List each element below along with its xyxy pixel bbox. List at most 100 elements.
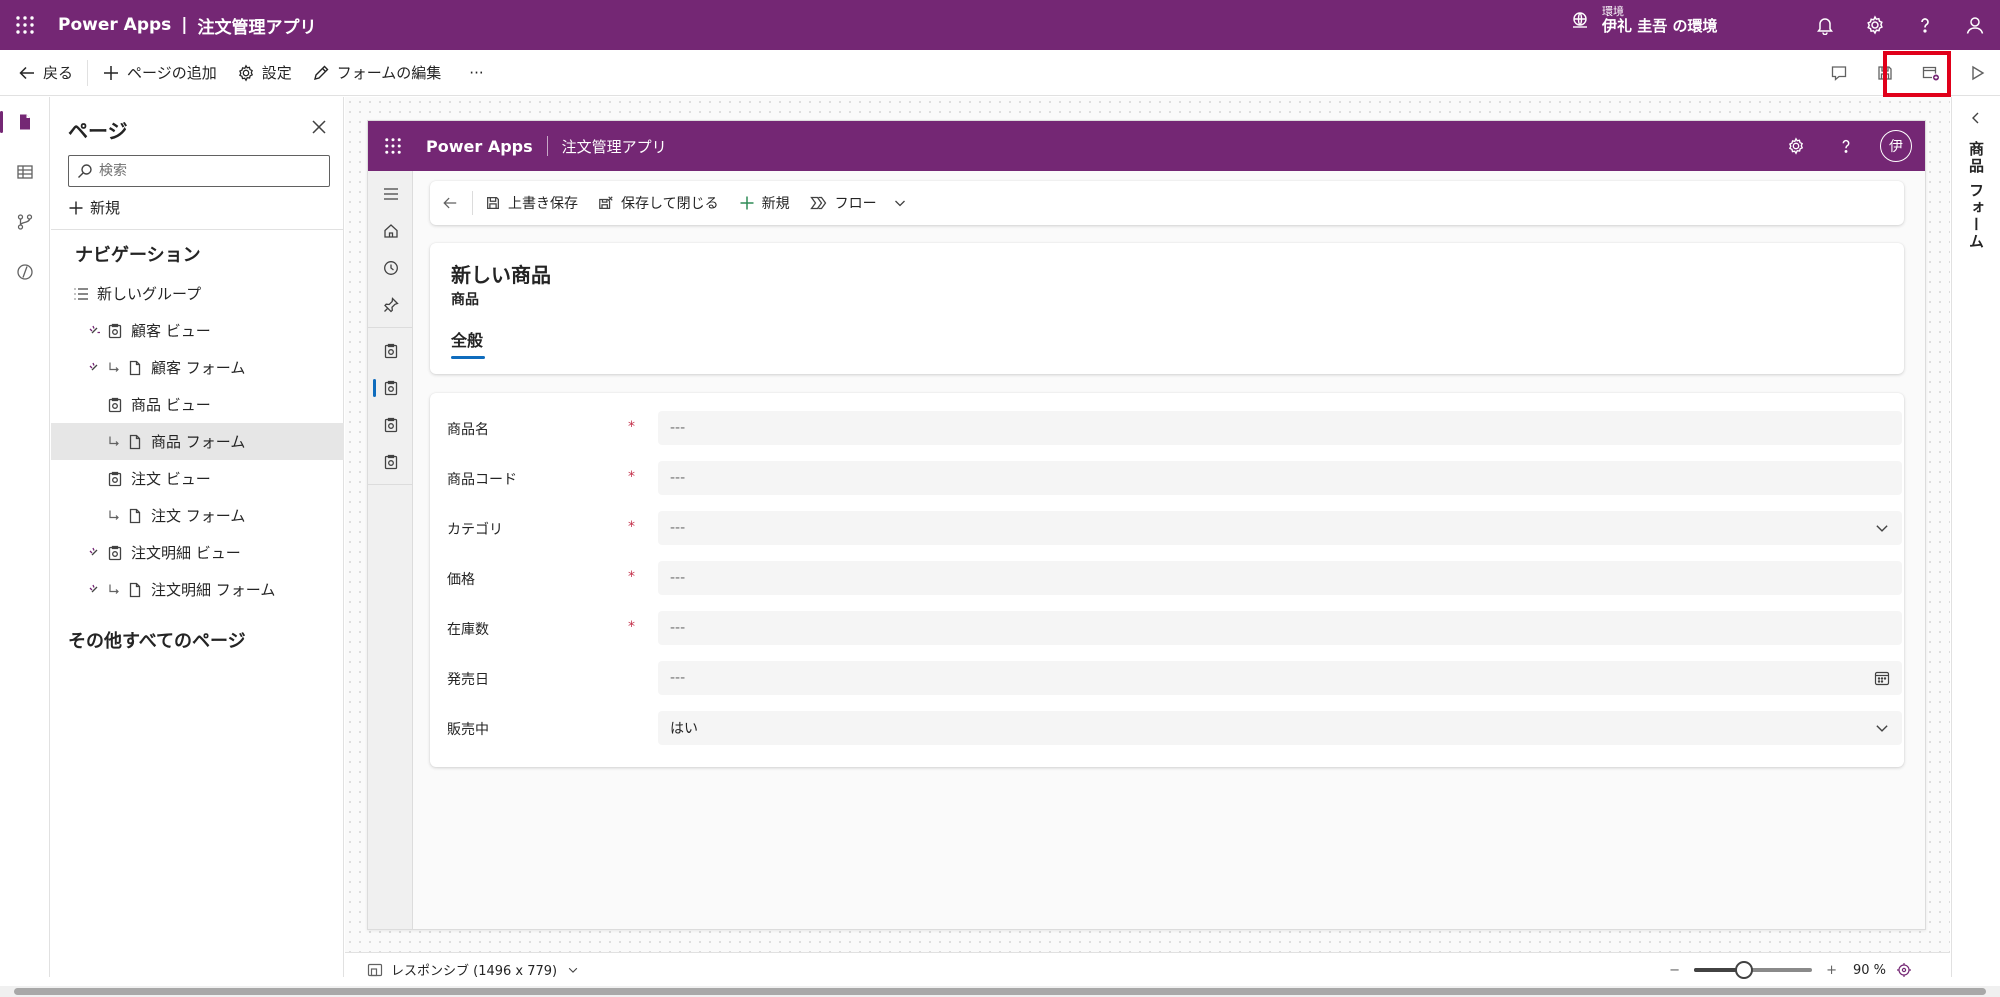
nav-item-product-view[interactable]: 商品 ビュー [51, 386, 344, 423]
sitemap-item-customer[interactable] [368, 332, 413, 369]
view-icon [383, 380, 399, 396]
field-category: カテゴリ * --- [447, 511, 1902, 547]
notifications-button[interactable] [1800, 0, 1850, 50]
rail-pages-button[interactable] [0, 97, 50, 147]
nav-item-order-detail-view[interactable]: 注文明細 ビュー [51, 534, 344, 571]
form-new-button[interactable]: 新規 [729, 181, 800, 225]
record-title: 新しい商品 [451, 263, 551, 287]
zoom-slider-thumb[interactable] [1734, 961, 1753, 979]
nav-item-customer-form[interactable]: 顧客 フォーム [51, 349, 344, 386]
form-section: 商品名 * --- 商品コード * --- カテゴリ * --- 価格 * --… [430, 393, 1904, 767]
category-value: --- [670, 520, 686, 536]
field-label: 価格 [447, 572, 475, 588]
sitemap-item-order-detail[interactable] [368, 443, 413, 480]
price-input[interactable]: --- [658, 561, 1902, 595]
panel-divider [51, 229, 344, 230]
stock-input[interactable]: --- [658, 611, 1902, 645]
product-code-input[interactable]: --- [658, 461, 1902, 495]
field-label: 発売日 [447, 672, 489, 688]
branch-icon [16, 213, 34, 231]
arrow-left-icon [442, 195, 458, 211]
field-label: カテゴリ [447, 522, 503, 538]
preview-help-button[interactable] [1821, 121, 1871, 171]
bell-icon [1815, 15, 1835, 35]
nav-item-customer-view[interactable]: 顧客 ビュー [51, 312, 344, 349]
form-save-close-button[interactable]: 保存して閉じる [588, 181, 729, 225]
on-sale-select[interactable]: はい [658, 711, 1902, 745]
preview-account-button[interactable]: 伊 [1871, 121, 1921, 171]
view-icon [107, 397, 123, 413]
zoom-slider[interactable] [1694, 961, 1813, 979]
app-launcher-icon[interactable] [0, 0, 50, 50]
tab-general[interactable]: 全般 [451, 327, 483, 351]
zoom-in-button[interactable]: + [1826, 963, 1837, 978]
account-button[interactable] [1950, 0, 2000, 50]
view-icon [107, 471, 123, 487]
view-icon [383, 454, 399, 470]
sitemap-item-order[interactable] [368, 406, 413, 443]
other-pages-section-title[interactable]: その他すべてのページ [68, 627, 246, 653]
question-icon [1915, 15, 1935, 35]
nav-item-order-detail-form[interactable]: 注文明細 フォーム [51, 571, 344, 608]
plus-icon [739, 195, 755, 211]
product-name-input[interactable]: --- [658, 411, 1902, 445]
edit-form-button[interactable]: フォームの編集 [302, 50, 452, 96]
sitemap-item-product[interactable] [368, 369, 413, 406]
list-icon [73, 286, 89, 302]
fit-to-screen-icon[interactable] [1896, 962, 1912, 978]
sitemap-pinned-button[interactable] [368, 286, 413, 323]
comments-button[interactable] [1816, 50, 1862, 96]
view-icon [107, 323, 123, 339]
release-date-input[interactable]: --- [658, 661, 1902, 695]
scrollbar-thumb[interactable] [14, 988, 1986, 995]
rail-power-fx-button[interactable] [0, 247, 50, 297]
question-icon [1837, 137, 1855, 155]
edit-form-label: フォームの編集 [336, 64, 442, 82]
unsaved-indicator-icon [87, 361, 103, 375]
category-select[interactable]: --- [658, 511, 1902, 545]
back-button[interactable]: 戻る [0, 50, 83, 96]
form-page-icon [127, 582, 143, 598]
nav-item-order-view[interactable]: 注文 ビュー [51, 460, 344, 497]
close-panel-button[interactable] [309, 117, 331, 139]
layout-selector[interactable]: レスポンシブ (1496 x 779) [367, 960, 587, 979]
rail-data-button[interactable] [0, 147, 50, 197]
help-button[interactable] [1900, 0, 1950, 50]
play-button[interactable] [1954, 50, 2000, 96]
add-page-button[interactable]: ページの追加 [92, 50, 227, 96]
form-flow-button[interactable]: フロー [800, 181, 917, 225]
sitemap-toggle-button[interactable] [368, 175, 413, 212]
preview-settings-button[interactable] [1771, 121, 1821, 171]
more-commands-button[interactable]: ··· [451, 50, 493, 96]
gear-icon [1865, 15, 1885, 35]
expand-panel-icon[interactable] [1969, 111, 1983, 125]
sitemap-recent-button[interactable] [368, 249, 413, 286]
settings-command-button[interactable]: 設定 [227, 50, 302, 96]
chevron-down-icon [1874, 520, 1890, 536]
calendar-icon[interactable] [1874, 670, 1890, 686]
status-bar: レスポンシブ (1496 x 779) − + 90 % [345, 952, 1950, 986]
environment-picker[interactable]: 環境 伊礼 圭吾 の環境 [1570, 5, 1717, 35]
title-separator: | [181, 15, 188, 35]
nav-item-order-form[interactable]: 注文 フォーム [51, 497, 344, 534]
nav-item-label: 注文明細 ビュー [131, 544, 241, 562]
horizontal-scrollbar[interactable] [0, 986, 2000, 997]
sitemap-home-button[interactable] [368, 212, 413, 249]
form-page-icon [127, 508, 143, 524]
nav-item-new-group[interactable]: 新しいグループ [51, 275, 344, 312]
preview-app-launcher-icon[interactable] [368, 121, 418, 171]
view-icon [383, 417, 399, 433]
zoom-value: 90 % [1852, 962, 1886, 978]
rail-automation-button[interactable] [0, 197, 50, 247]
zoom-out-button[interactable]: − [1669, 963, 1680, 978]
sitemap-divider [368, 327, 413, 328]
preview-brand: Power Apps [426, 136, 533, 156]
form-save-button[interactable]: 上書き保存 [475, 181, 588, 225]
search-input[interactable] [99, 163, 319, 179]
on-sale-value: はい [670, 721, 698, 737]
form-back-button[interactable] [430, 181, 470, 225]
record-entity: 商品 [451, 292, 479, 308]
nav-item-product-form[interactable]: 商品 フォーム [51, 423, 344, 460]
new-page-button[interactable]: 新規 [68, 197, 120, 218]
settings-button[interactable] [1850, 0, 1900, 50]
